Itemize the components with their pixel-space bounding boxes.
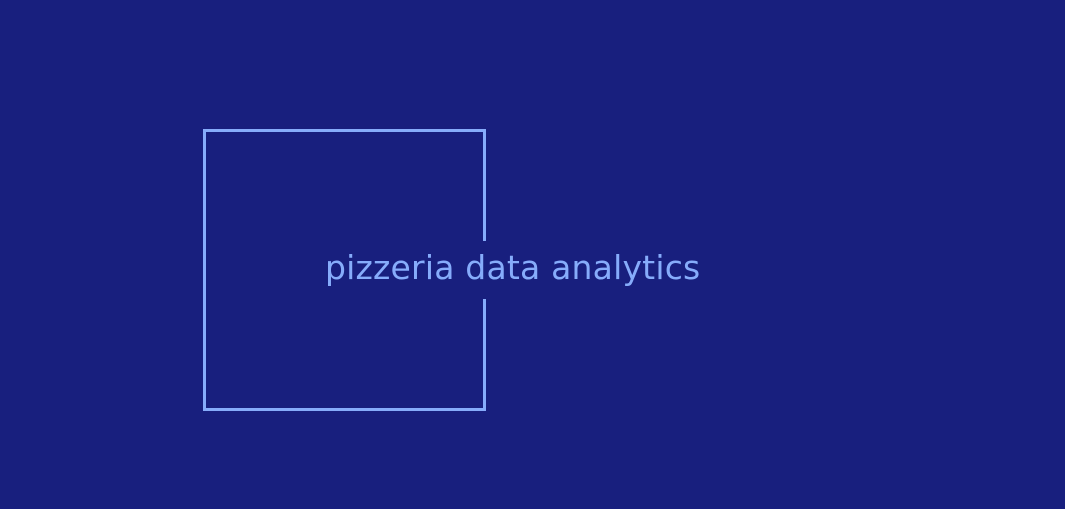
logo-title: pizzeria data analytics xyxy=(325,248,701,287)
logo-canvas: pizzeria data analytics xyxy=(0,0,1065,509)
